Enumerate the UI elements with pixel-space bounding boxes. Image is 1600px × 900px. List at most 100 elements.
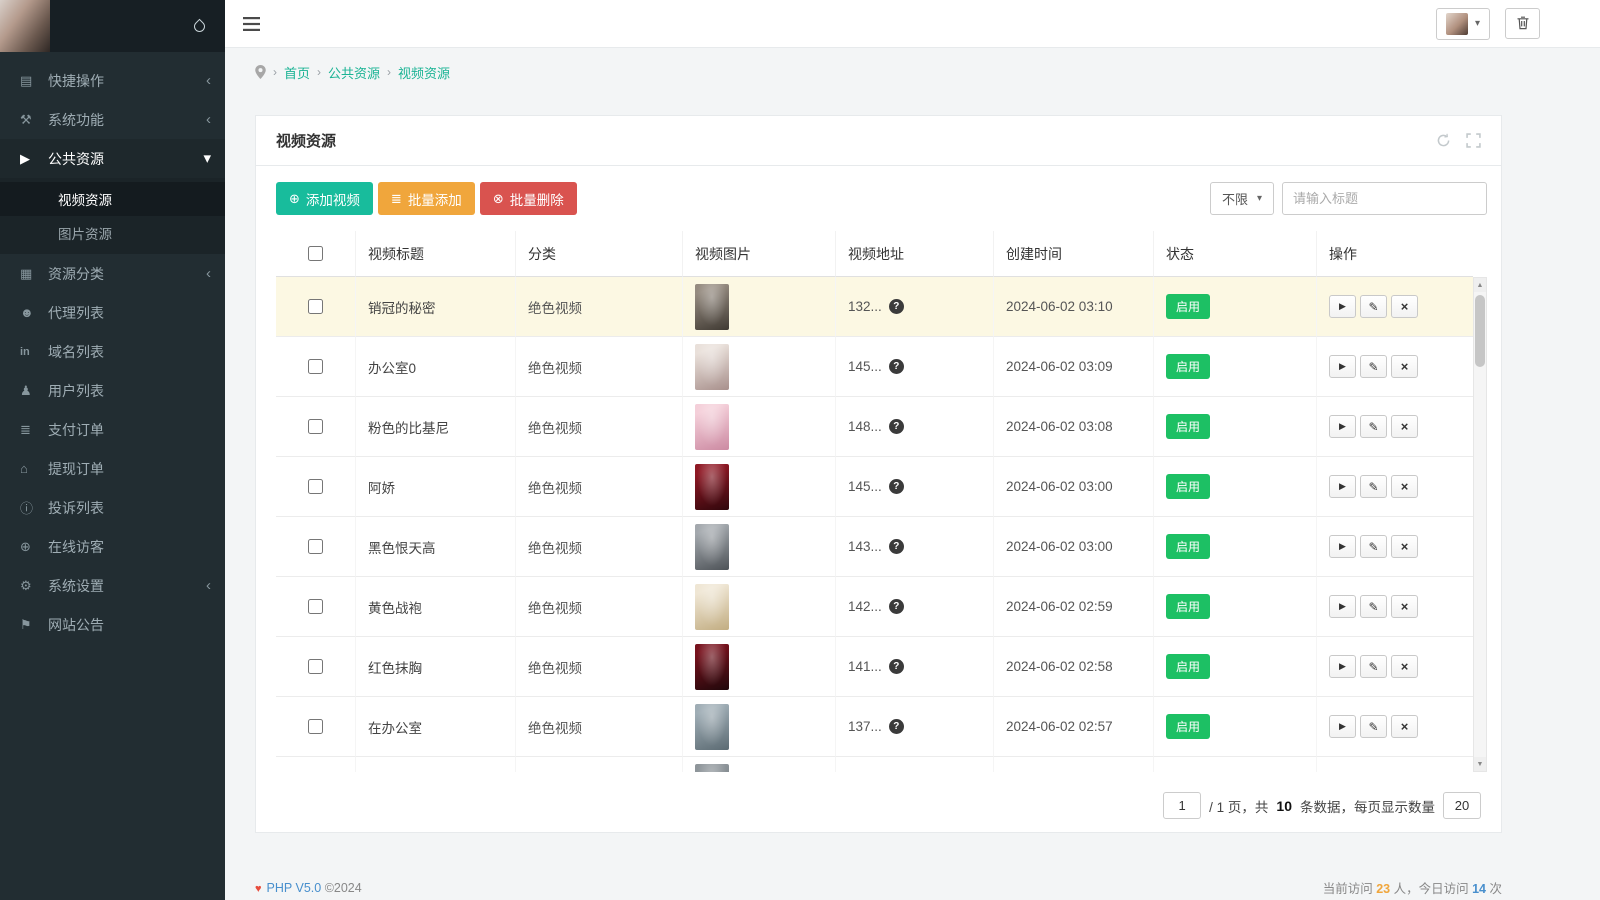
row-actions: ▶ ✎ × <box>1317 757 1473 772</box>
row-actions: ▶ ✎ × <box>1317 517 1473 577</box>
row-checkbox[interactable] <box>308 719 323 734</box>
user-menu-dropdown[interactable]: ▾ <box>1436 8 1490 40</box>
play-icon: ▶ <box>1339 301 1346 312</box>
delete-button[interactable]: × <box>1391 715 1418 738</box>
page-size-input[interactable]: 20 <box>1443 792 1481 819</box>
sidebar-subitem-image-resources[interactable]: 图片资源 <box>0 216 225 250</box>
edit-button[interactable]: ✎ <box>1360 355 1387 378</box>
breadcrumb-home[interactable]: 首页 <box>284 63 310 82</box>
play-button[interactable]: ▶ <box>1329 475 1356 498</box>
edit-button[interactable]: ✎ <box>1360 475 1387 498</box>
video-thumbnail[interactable] <box>695 404 729 450</box>
sidebar-item-payment-orders[interactable]: ≣ 支付订单 <box>0 410 225 449</box>
delete-button[interactable]: × <box>1391 535 1418 558</box>
video-thumbnail[interactable] <box>695 284 729 330</box>
title-search-input[interactable] <box>1282 182 1487 215</box>
delete-button[interactable]: × <box>1391 355 1418 378</box>
video-thumbnail[interactable] <box>695 464 729 510</box>
main-area: ▾ › 首页 › 公共资源 › 视频资源 视频资源 <box>225 0 1600 900</box>
help-icon[interactable]: ? <box>889 359 904 374</box>
select-all-checkbox[interactable] <box>308 246 323 261</box>
delete-button[interactable]: × <box>1391 475 1418 498</box>
video-thumbnail[interactable] <box>695 584 729 630</box>
sidebar-item-complaint-list[interactable]: ⓘ 投诉列表 <box>0 488 225 527</box>
table-scrollbar[interactable]: ▲ ▼ <box>1473 277 1487 772</box>
sidebar-item-agent-list[interactable]: ☻ 代理列表 <box>0 293 225 332</box>
play-button[interactable]: ▶ <box>1329 535 1356 558</box>
help-icon[interactable]: ? <box>889 299 904 314</box>
edit-button[interactable]: ✎ <box>1360 655 1387 678</box>
edit-button[interactable]: ✎ <box>1360 715 1387 738</box>
video-thumbnail[interactable] <box>695 764 729 773</box>
row-checkbox[interactable] <box>308 299 323 314</box>
video-thumbnail[interactable] <box>695 644 729 690</box>
video-address-cell: 145... ? <box>836 337 994 397</box>
edit-button[interactable]: ✎ <box>1360 535 1387 558</box>
row-checkbox[interactable] <box>308 539 323 554</box>
help-icon[interactable]: ? <box>889 659 904 674</box>
video-address: 148... <box>848 419 882 434</box>
sidebar-item-system-settings[interactable]: ⚙ 系统设置 ‹ <box>0 566 225 605</box>
row-checkbox[interactable] <box>308 479 323 494</box>
help-icon[interactable]: ? <box>889 479 904 494</box>
scroll-down-icon[interactable]: ▼ <box>1474 757 1486 771</box>
play-button[interactable]: ▶ <box>1329 595 1356 618</box>
sidebar: ▤ 快捷操作 ‹ ⚒ 系统功能 ‹ ▶ 公共资源 ▾ 视频资源 图片资源 ▦ 资… <box>0 0 225 900</box>
sidebar-item-system-functions[interactable]: ⚒ 系统功能 ‹ <box>0 100 225 139</box>
sidebar-item-resource-categories[interactable]: ▦ 资源分类 ‹ <box>0 254 225 293</box>
footer-left: ♥PHP V5.0 ©2024 <box>255 881 362 895</box>
sidebar-item-online-visitors[interactable]: ⊕ 在线访客 <box>0 527 225 566</box>
play-button[interactable]: ▶ <box>1329 655 1356 678</box>
play-button[interactable]: ▶ <box>1329 415 1356 438</box>
delete-button[interactable]: × <box>1391 295 1418 318</box>
help-icon[interactable]: ? <box>889 719 904 734</box>
delete-button[interactable]: × <box>1391 655 1418 678</box>
edit-button[interactable]: ✎ <box>1360 295 1387 318</box>
edit-button[interactable]: ✎ <box>1360 415 1387 438</box>
add-video-button[interactable]: ⊕ 添加视频 <box>276 182 373 215</box>
help-icon[interactable]: ? <box>889 419 904 434</box>
video-category <box>516 757 683 772</box>
row-checkbox[interactable] <box>308 599 323 614</box>
clear-cache-button[interactable] <box>1505 8 1540 39</box>
row-checkbox[interactable] <box>308 659 323 674</box>
play-button[interactable]: ▶ <box>1329 295 1356 318</box>
category-filter-dropdown[interactable]: 不限 ▾ <box>1210 182 1274 215</box>
fullscreen-icon[interactable] <box>1466 133 1481 148</box>
play-button[interactable]: ▶ <box>1329 355 1356 378</box>
play-button[interactable]: ▶ <box>1329 715 1356 738</box>
video-thumbnail[interactable] <box>695 524 729 570</box>
row-actions: ▶ ✎ × <box>1317 697 1473 757</box>
sidebar-item-domain-list[interactable]: in 域名列表 <box>0 332 225 371</box>
row-checkbox[interactable] <box>308 419 323 434</box>
footer: ♥PHP V5.0 ©2024 当前访问 23 人，今日访问 14 次 <box>255 878 1502 897</box>
delete-button[interactable]: × <box>1391 595 1418 618</box>
hamburger-menu-icon[interactable] <box>243 17 260 31</box>
video-address-cell: 132... ? <box>836 277 994 337</box>
help-icon[interactable]: ? <box>889 539 904 554</box>
sidebar-item-quick-actions[interactable]: ▤ 快捷操作 ‹ <box>0 61 225 100</box>
help-icon[interactable]: ? <box>889 599 904 614</box>
row-checkbox[interactable] <box>308 359 323 374</box>
video-thumbnail[interactable] <box>695 344 729 390</box>
refresh-icon[interactable] <box>1436 133 1451 148</box>
edit-button[interactable]: ✎ <box>1360 595 1387 618</box>
batch-delete-button[interactable]: ⊗ 批量删除 <box>480 182 577 215</box>
sidebar-item-site-announcements[interactable]: ⚑ 网站公告 <box>0 605 225 644</box>
sidebar-item-user-list[interactable]: ♟ 用户列表 <box>0 371 225 410</box>
scroll-up-icon[interactable]: ▲ <box>1474 278 1486 292</box>
video-thumbnail[interactable] <box>695 704 729 750</box>
sidebar-subitem-video-resources[interactable]: 视频资源 <box>0 182 225 216</box>
page-number-input[interactable] <box>1163 792 1201 819</box>
delete-button[interactable]: × <box>1391 415 1418 438</box>
footer-version-link[interactable]: PHP V5.0 <box>267 881 322 895</box>
sidebar-item-public-resources[interactable]: ▶ 公共资源 ▾ <box>0 139 225 178</box>
panel-title: 视频资源 <box>276 130 336 151</box>
video-address: 145... <box>848 359 882 374</box>
table-row: 粉色的比基尼 绝色视频 148... ? 2024-06-02 03:08 启用… <box>276 397 1473 457</box>
sidebar-item-withdrawal-orders[interactable]: ⌂ 提现订单 <box>0 449 225 488</box>
breadcrumb-public-resources[interactable]: 公共资源 <box>328 63 380 82</box>
scrollbar-thumb[interactable] <box>1475 295 1485 367</box>
breadcrumb-video-resources[interactable]: 视频资源 <box>398 63 450 82</box>
batch-add-button[interactable]: ≣ 批量添加 <box>378 182 475 215</box>
